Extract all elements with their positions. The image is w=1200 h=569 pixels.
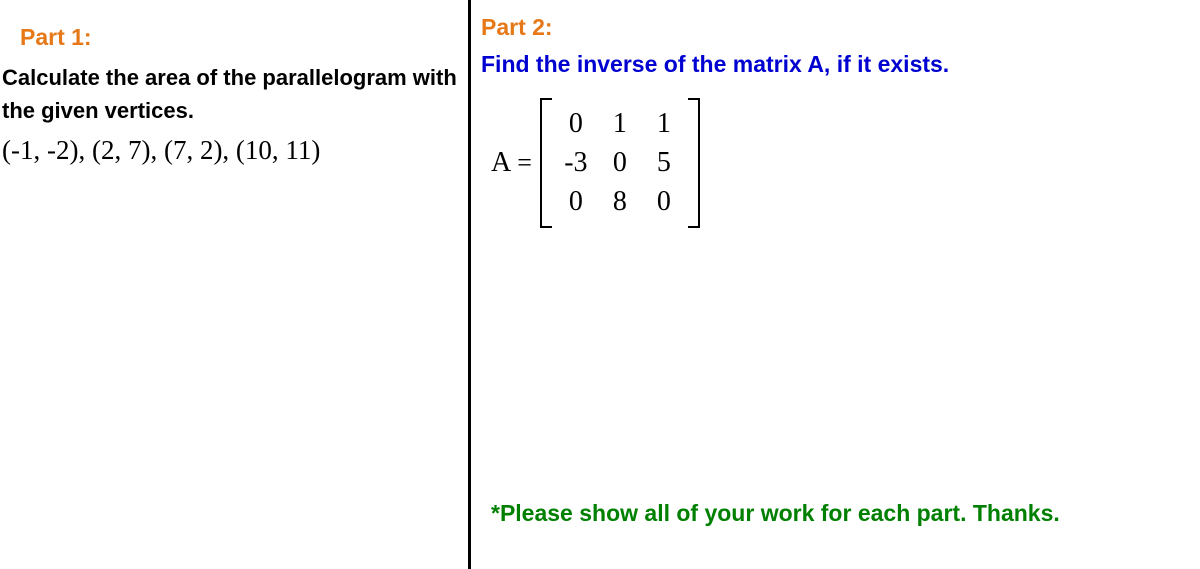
matrix-cell: -3 (554, 143, 598, 182)
matrix-equation: A = 0 1 1 -3 0 5 0 8 0 (481, 98, 1200, 228)
part1-instruction: Calculate the area of the parallelogram … (0, 61, 468, 127)
matrix-cell: 1 (642, 104, 686, 143)
problem-container: Part 1: Calculate the area of the parall… (0, 0, 1200, 569)
work-note: *Please show all of your work for each p… (491, 497, 1150, 529)
matrix-row: 0 1 1 (554, 104, 686, 143)
matrix-cell: 8 (598, 182, 642, 221)
matrix-cell: 0 (554, 182, 598, 221)
matrix-row: 0 8 0 (554, 182, 686, 221)
matrix-label: A (491, 147, 511, 179)
part2-instruction: Find the inverse of the matrix A, if it … (481, 51, 1200, 78)
equals-sign: = (517, 148, 532, 178)
matrix-cell: 0 (554, 104, 598, 143)
matrix-cell: 5 (642, 143, 686, 182)
matrix-cell: 0 (642, 182, 686, 221)
matrix-brackets: 0 1 1 -3 0 5 0 8 0 (540, 98, 700, 228)
part2-heading: Part 2: (481, 14, 1200, 41)
matrix-row: -3 0 5 (554, 143, 686, 182)
matrix-cell: 1 (598, 104, 642, 143)
part1-section: Part 1: Calculate the area of the parall… (0, 0, 468, 569)
part1-heading: Part 1: (0, 24, 468, 51)
matrix-cell: 0 (598, 143, 642, 182)
part1-vertices: (-1, -2), (2, 7), (7, 2), (10, 11) (0, 135, 468, 166)
part2-section: Part 2: Find the inverse of the matrix A… (468, 0, 1200, 569)
